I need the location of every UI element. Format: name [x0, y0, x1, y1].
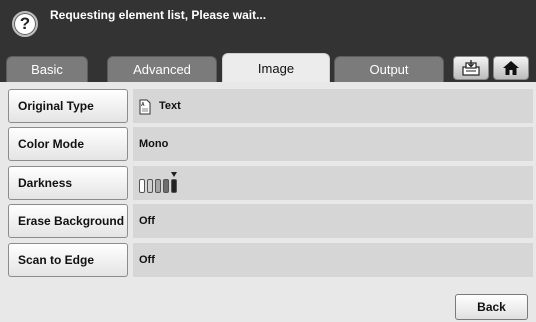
scan-to-edge-value: Off — [133, 243, 533, 277]
darkness-level-1 — [139, 179, 145, 193]
row-erase-background: Erase Background Off — [0, 204, 536, 240]
row-original-type: Original Type A Text — [0, 89, 536, 125]
status-bar: ? Requesting element list, Please wait..… — [0, 0, 536, 48]
color-mode-value-label: Mono — [139, 138, 169, 150]
help-icon[interactable]: ? — [12, 11, 38, 37]
darkness-value — [133, 166, 533, 200]
job-status-button[interactable] — [453, 56, 489, 80]
erase-background-value: Off — [133, 204, 533, 238]
darkness-level-3 — [155, 179, 161, 193]
erase-background-button[interactable]: Erase Background — [8, 204, 128, 238]
home-button[interactable] — [493, 56, 529, 80]
original-type-value-label: Text — [159, 100, 181, 112]
job-status-icon — [462, 60, 480, 76]
darkness-selected-marker-icon — [171, 172, 177, 177]
tab-output[interactable]: Output — [334, 56, 444, 82]
row-darkness: Darkness — [0, 166, 536, 202]
tab-advanced[interactable]: Advanced — [107, 56, 217, 82]
darkness-level-4 — [163, 179, 169, 193]
back-button[interactable]: Back — [455, 294, 528, 320]
original-type-button[interactable]: Original Type — [8, 89, 128, 123]
darkness-level-2 — [147, 179, 153, 193]
screen: ? Requesting element list, Please wait..… — [0, 0, 536, 322]
row-scan-to-edge: Scan to Edge Off — [0, 243, 536, 279]
row-color-mode: Color Mode Mono — [0, 127, 536, 163]
tab-basic[interactable]: Basic — [6, 56, 88, 82]
darkness-scale-icon — [139, 172, 177, 193]
text-document-icon: A — [139, 99, 151, 115]
darkness-button[interactable]: Darkness — [8, 166, 128, 200]
scan-to-edge-value-label: Off — [139, 254, 155, 266]
erase-background-value-label: Off — [139, 215, 155, 227]
color-mode-value: Mono — [133, 127, 533, 161]
tab-bar: Basic Advanced Image Output — [0, 48, 536, 82]
home-icon — [503, 61, 519, 75]
svg-text:A: A — [141, 102, 145, 108]
scan-to-edge-button[interactable]: Scan to Edge — [8, 243, 128, 277]
tab-image[interactable]: Image — [222, 53, 330, 82]
status-message: Requesting element list, Please wait... — [50, 8, 267, 22]
color-mode-button[interactable]: Color Mode — [8, 127, 128, 161]
original-type-value: A Text — [133, 89, 533, 123]
darkness-level-5 — [171, 172, 177, 193]
